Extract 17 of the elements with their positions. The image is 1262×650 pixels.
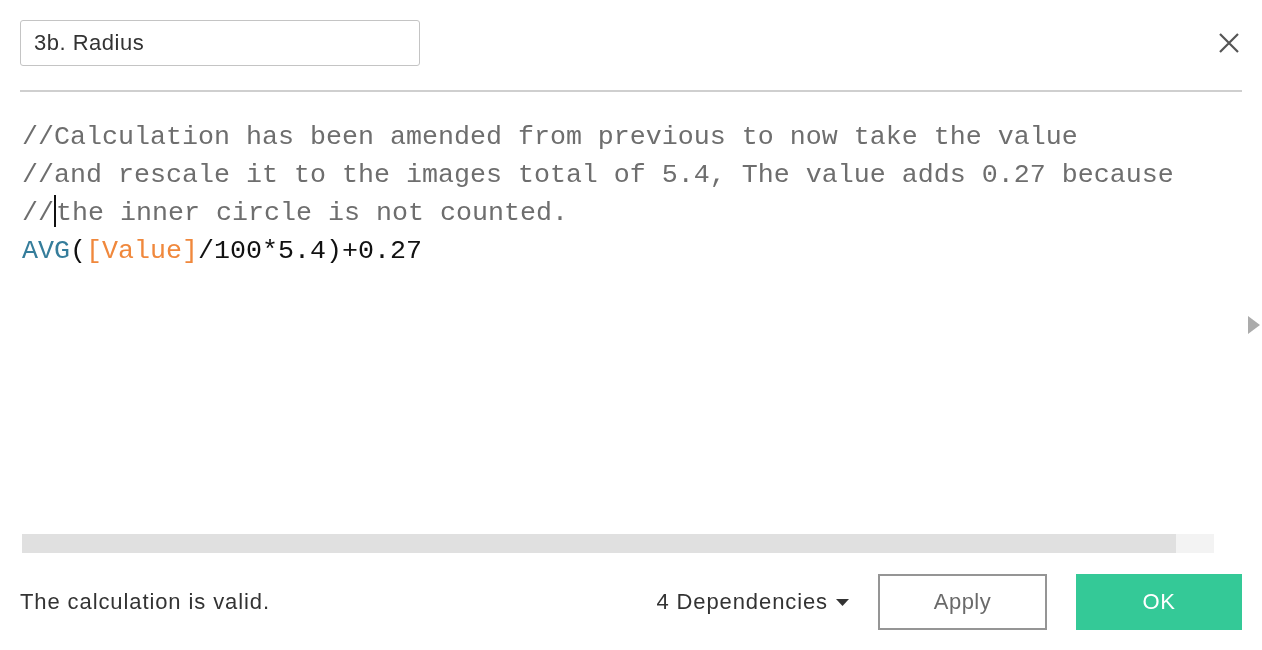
code-comment: the inner circle is not counted.	[56, 198, 568, 228]
name-field[interactable]: 3b. Radius	[20, 20, 420, 66]
horizontal-scrollbar[interactable]	[22, 534, 1214, 553]
status-message: The calculation is valid.	[20, 589, 270, 615]
close-icon[interactable]	[1218, 32, 1240, 54]
code-comment: //Calculation has been amended from previous to now take the value	[22, 122, 1078, 152]
caret-icon	[836, 598, 849, 606]
code-comment: //and rescale it to the images total of 5.4, The value adds 0.27 because	[22, 160, 1174, 190]
code-comment: //	[22, 198, 54, 228]
apply-button[interactable]: Apply	[878, 574, 1047, 630]
dependencies-dropdown[interactable]: 4 Dependencies	[656, 589, 849, 615]
code-text: (	[70, 236, 86, 266]
text-cursor-icon	[54, 195, 56, 227]
expand-arrow-icon[interactable]	[1248, 316, 1260, 334]
field-reference: [Value]	[86, 236, 198, 266]
function-name: AVG	[22, 236, 70, 266]
code-text: /100*5.4)+0.27	[198, 236, 422, 266]
